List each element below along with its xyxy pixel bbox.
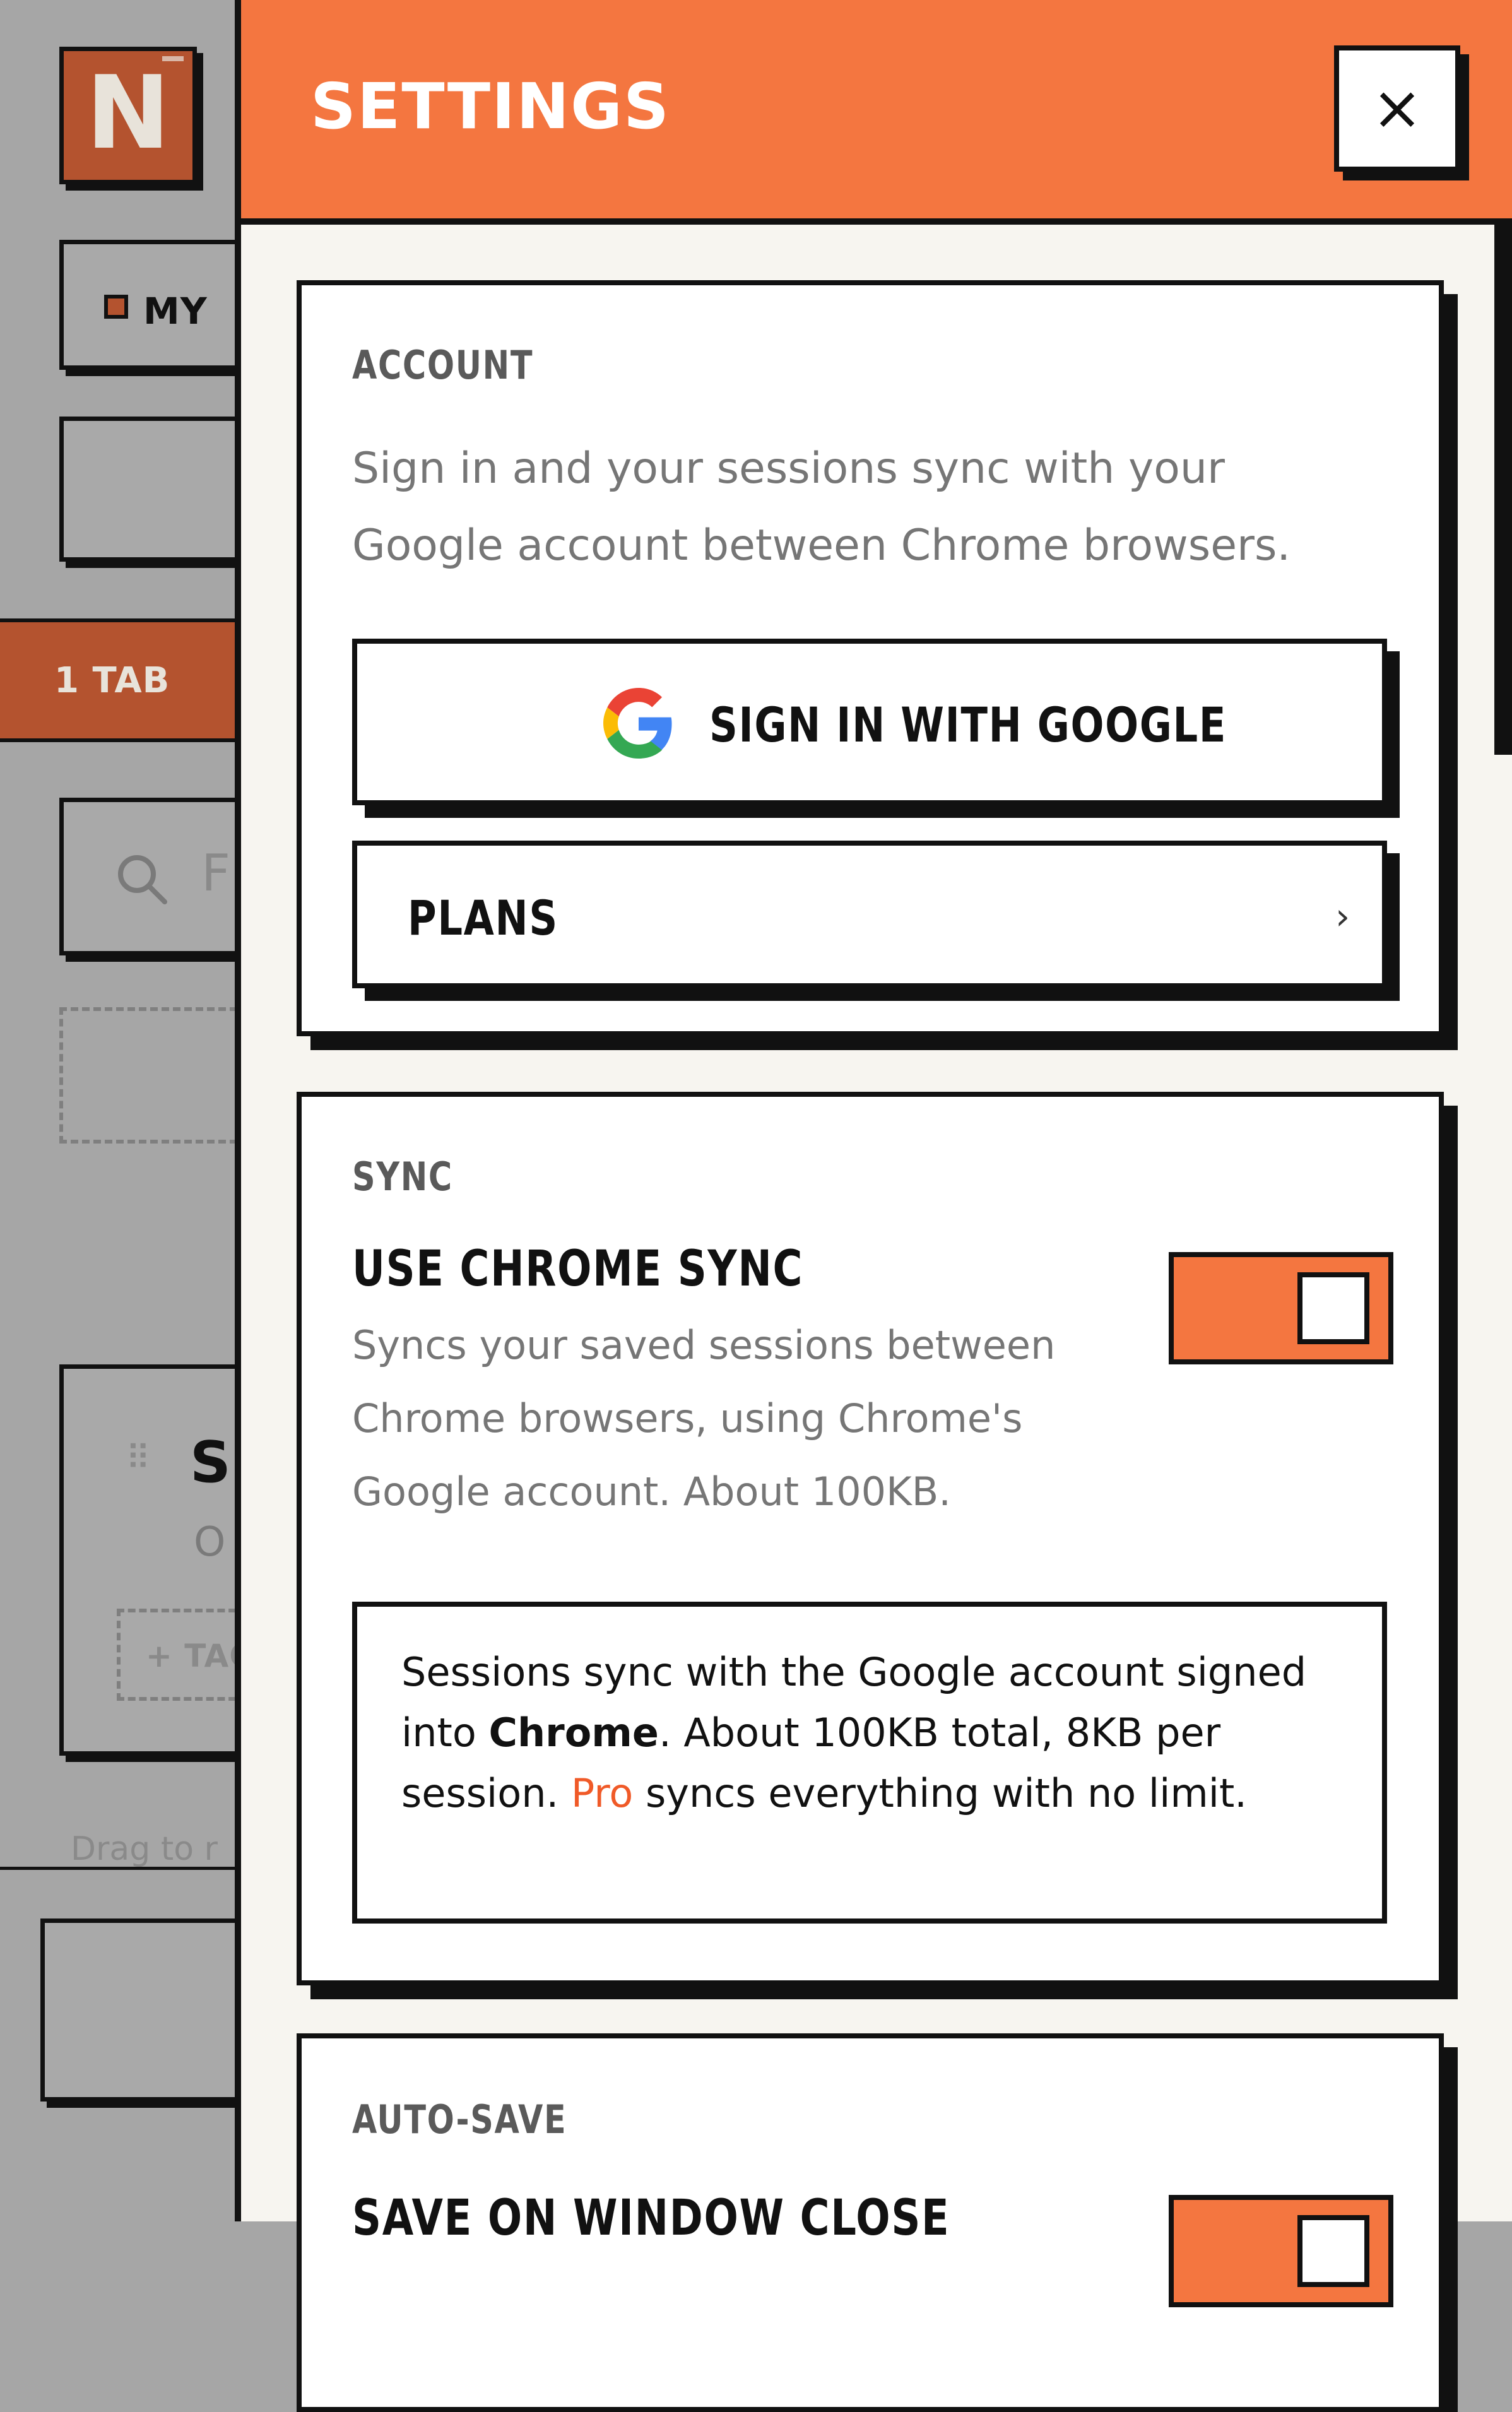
nav-button[interactable] <box>59 417 249 562</box>
my-sessions-label: MY <box>143 290 208 333</box>
settings-title: SETTINGS <box>310 69 671 143</box>
plans-button[interactable]: PLANS › <box>352 841 1387 988</box>
sign-in-with-google-label: SIGN IN WITH GOOGLE <box>709 697 1227 753</box>
tab-count-bar: 1 TAB <box>0 618 265 742</box>
settings-drawer: SETTINGS × ACCOUNT Sign in and your sess… <box>235 0 1512 2412</box>
auto-save-section: AUTO-SAVE SAVE ON WINDOW CLOSE <box>297 2033 1444 2412</box>
search-input[interactable]: F <box>59 798 249 955</box>
save-on-window-close-toggle[interactable] <box>1169 2195 1393 2307</box>
drop-zone <box>59 1007 249 1144</box>
save-on-window-close-title: SAVE ON WINDOW CLOSE <box>352 2190 950 2247</box>
account-description: Sign in and your sessions sync with your… <box>352 444 1291 570</box>
use-chrome-sync-description: Syncs your saved sessions between Chrome… <box>352 1322 1056 1515</box>
google-icon <box>603 688 674 759</box>
toggle-knob <box>1297 1272 1369 1344</box>
sync-info-note: Sessions sync with the Google account si… <box>352 1602 1387 1924</box>
settings-header: SETTINGS × <box>241 0 1512 225</box>
search-placeholder: F <box>201 844 231 902</box>
toggle-knob <box>1297 2215 1369 2287</box>
drag-hint: Drag to r <box>71 1830 218 1868</box>
account-section: ACCOUNT Sign in and your sessions sync w… <box>297 280 1444 1036</box>
tab-count-label: 1 TAB <box>54 660 170 701</box>
note-chrome-bold: Chrome <box>488 1710 659 1756</box>
my-sessions-button[interactable]: MY <box>59 240 249 370</box>
chevron-right-icon: › <box>1335 895 1350 938</box>
plans-label: PLANS <box>408 890 558 946</box>
square-icon <box>104 295 128 319</box>
sync-section-label: SYNC <box>352 1154 453 1200</box>
search-icon <box>113 850 170 919</box>
auto-save-section-label: AUTO-SAVE <box>352 2096 567 2143</box>
close-button[interactable]: × <box>1334 45 1460 172</box>
account-section-label: ACCOUNT <box>352 342 534 388</box>
bottom-button[interactable] <box>40 1918 255 2102</box>
use-chrome-sync-toggle[interactable] <box>1169 1252 1393 1364</box>
use-chrome-sync-title: USE CHROME SYNC <box>352 1241 804 1298</box>
sync-section: SYNC USE CHROME SYNC Syncs your saved se… <box>297 1092 1444 1985</box>
session-card[interactable]: ⠿ SI O + TAG <box>59 1364 281 1756</box>
note-text-3: syncs everything with no limit. <box>633 1770 1247 1816</box>
sign-in-with-google-button[interactable]: SIGN IN WITH GOOGLE <box>352 639 1387 805</box>
logo-decoration <box>162 56 184 61</box>
app-logo[interactable]: N <box>59 47 197 184</box>
pro-link[interactable]: Pro <box>571 1770 633 1816</box>
app-logo-letter: N <box>86 54 170 172</box>
drag-handle-icon[interactable]: ⠿ <box>126 1438 151 1478</box>
scrollbar[interactable] <box>1494 225 1512 755</box>
close-icon: × <box>1371 73 1423 143</box>
divider <box>0 1867 252 1870</box>
session-meta: O <box>194 1519 226 1566</box>
